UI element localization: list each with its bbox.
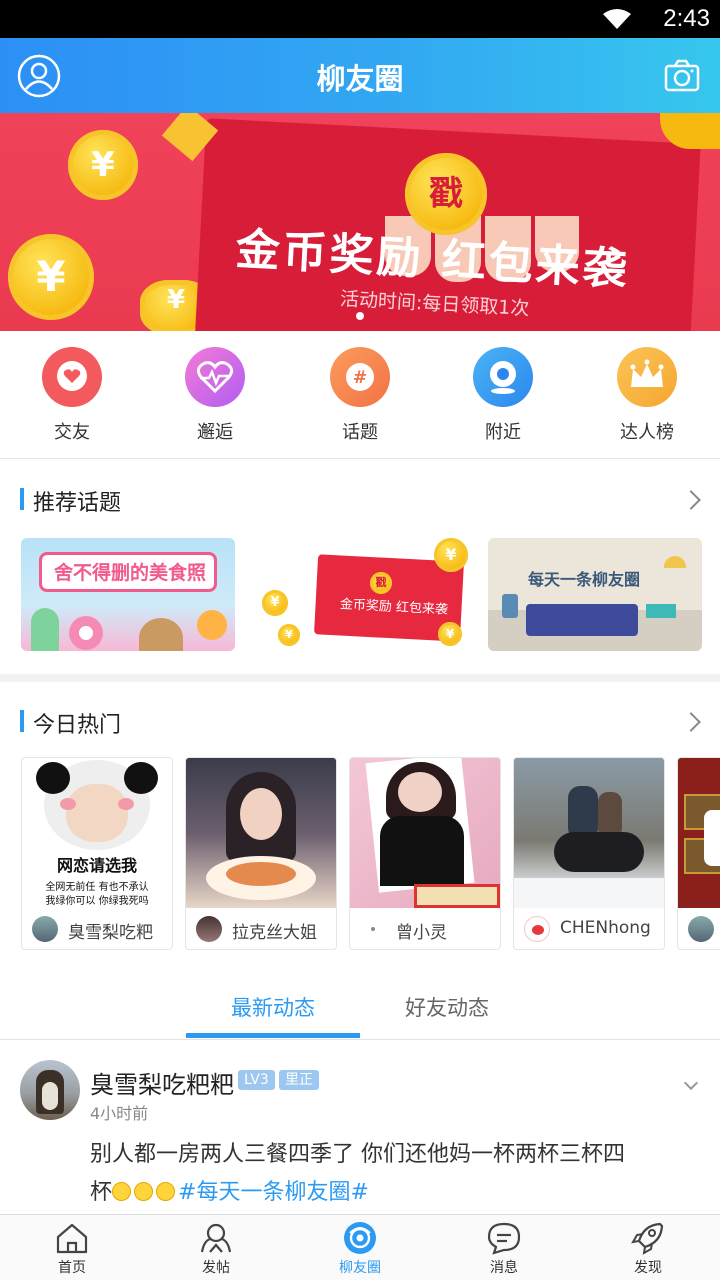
hot-card[interactable]: CHENhong	[513, 757, 665, 950]
status-bar: 2:43	[0, 0, 720, 38]
hot-card-image	[678, 758, 720, 908]
side-table-graphic	[646, 604, 676, 618]
wifi-icon	[603, 9, 631, 29]
home-icon	[56, 1223, 88, 1254]
hot-card-image	[350, 758, 500, 908]
post-icon	[200, 1223, 232, 1253]
hashtag-link[interactable]: #每天一条柳友圈#	[178, 1180, 369, 1205]
quick-make-friends[interactable]: 交友	[22, 347, 122, 444]
heart-chat-icon	[42, 347, 102, 407]
hot-card-image	[514, 758, 664, 908]
hot-today-header[interactable]: 今日热门	[20, 708, 700, 738]
plant-graphic	[502, 594, 518, 618]
section-divider	[0, 674, 720, 682]
heartbeat-icon	[185, 347, 245, 407]
avatar	[524, 916, 550, 942]
carousel-dot[interactable]	[356, 312, 364, 320]
avatar	[32, 916, 58, 942]
crown-icon	[617, 347, 677, 407]
smile-emoji-icon	[134, 1182, 154, 1201]
meme-caption: 网恋请选我	[56, 856, 137, 875]
username: 臭雪梨吃粑	[68, 923, 153, 943]
avatar[interactable]	[20, 1060, 80, 1120]
rocket-icon	[631, 1222, 664, 1255]
quick-actions: 交友 邂逅 # 话题 附近 达人榜	[0, 331, 720, 459]
avatar	[360, 916, 386, 942]
camera-icon	[664, 59, 700, 92]
tab-latest[interactable]: 最新动态	[186, 992, 360, 1022]
recommended-topics-header[interactable]: 推荐话题	[20, 486, 700, 516]
hot-card[interactable]: 曾小灵	[349, 757, 501, 950]
nav-messages[interactable]: 消息	[454, 1221, 554, 1277]
pie-graphic	[139, 618, 183, 651]
topic-title: 每天一条柳友圈	[528, 570, 641, 589]
quick-encounter[interactable]: 邂逅	[165, 347, 265, 444]
hot-card[interactable]: 拉克丝大姐	[185, 757, 337, 950]
tab-friends[interactable]: 好友动态	[360, 992, 534, 1022]
post-time: 4小时前	[90, 1104, 149, 1123]
location-icon	[473, 347, 533, 407]
hot-card-user[interactable]: 曾小灵	[360, 916, 500, 943]
post-username[interactable]: 臭雪梨吃粑粑	[90, 1065, 234, 1100]
topic-title: 舍不得删的美食照	[53, 562, 206, 584]
post-text: 别人都一房两人三餐四季了 你们还他妈一杯两杯三杯四 杯 #每天一条柳友圈#	[90, 1142, 625, 1205]
feed-tabs: 最新动态 好友动态	[0, 978, 720, 1040]
topic-card-red-envelope[interactable]: ¥ ¥ ¥ ¥ 戳 金币奖励 红包来袭	[254, 538, 468, 651]
svg-text:#: #	[353, 368, 367, 388]
hot-card-image	[186, 758, 336, 908]
bottom-navigation: 首页 发帖 柳友圈 消息 发现	[0, 1214, 720, 1280]
hot-card-user[interactable]: 臭雪梨吃粑	[32, 916, 172, 943]
top-app-bar: 柳友圈	[0, 38, 720, 113]
nav-moments[interactable]: 柳友圈	[310, 1221, 410, 1277]
lamp-graphic	[664, 556, 686, 568]
quick-leaderboard[interactable]: 达人榜	[597, 347, 697, 444]
username: CHENhong	[560, 918, 651, 938]
hot-card[interactable]: 网恋请选我 全网无前任 有也不承认 我绿你可以 你绿我死吗 臭雪梨吃粑	[21, 757, 173, 950]
section-title: 推荐话题	[33, 491, 122, 516]
lollipop-graphic	[197, 610, 227, 640]
nav-discover[interactable]: 发现	[598, 1221, 698, 1277]
hashtag-icon: #	[330, 347, 390, 407]
hot-card-user[interactable]: CHENhong	[524, 916, 664, 942]
hot-card-image: 网恋请选我 全网无前任 有也不承认 我绿你可以 你绿我死吗	[22, 758, 172, 908]
clock: 2:43	[663, 5, 710, 32]
donut-graphic	[69, 616, 103, 650]
page-title: 柳友圈	[316, 62, 404, 96]
promo-banner[interactable]: ¥ ¥ ¥ 戳 金币奖励 红包来袭 活动时间:每日领取1次	[0, 113, 720, 331]
active-tab-indicator	[186, 1033, 360, 1038]
title-badge: 里正	[279, 1070, 319, 1090]
moments-icon	[344, 1222, 376, 1254]
smile-emoji-icon	[112, 1182, 132, 1201]
feed-post[interactable]: 臭雪梨吃粑粑 LV3 里正 4小时前 别人都一房两人三餐四季了 你们还他妈一杯两…	[0, 1040, 720, 1214]
topic-card-daily[interactable]: 每天一条柳友圈	[488, 538, 702, 651]
ice-cream-graphic	[31, 608, 59, 651]
avatar	[196, 916, 222, 942]
username: 拉克丝大姐	[232, 923, 317, 943]
hot-card-partial[interactable]	[677, 757, 720, 950]
section-marker	[20, 488, 24, 510]
smile-emoji-icon	[156, 1182, 176, 1201]
hot-card-user[interactable]: 拉克丝大姐	[196, 916, 336, 943]
message-icon	[487, 1222, 521, 1255]
nav-post[interactable]: 发帖	[166, 1221, 266, 1277]
topic-card-food[interactable]: 舍不得删的美食照	[21, 538, 235, 651]
quick-topics[interactable]: # 话题	[310, 347, 410, 444]
username: 曾小灵	[396, 923, 447, 943]
camera-button[interactable]	[664, 58, 700, 94]
coin-icon: ¥	[8, 234, 94, 320]
section-marker	[20, 710, 24, 732]
avatar	[688, 916, 714, 942]
level-badge: LV3	[238, 1070, 275, 1090]
quick-nearby[interactable]: 附近	[453, 347, 553, 444]
chevron-down-icon[interactable]	[683, 1075, 699, 1091]
nav-home[interactable]: 首页	[22, 1221, 122, 1277]
section-title: 今日热门	[33, 713, 122, 738]
coin-icon: ¥	[68, 130, 138, 200]
sofa-graphic	[526, 604, 638, 636]
